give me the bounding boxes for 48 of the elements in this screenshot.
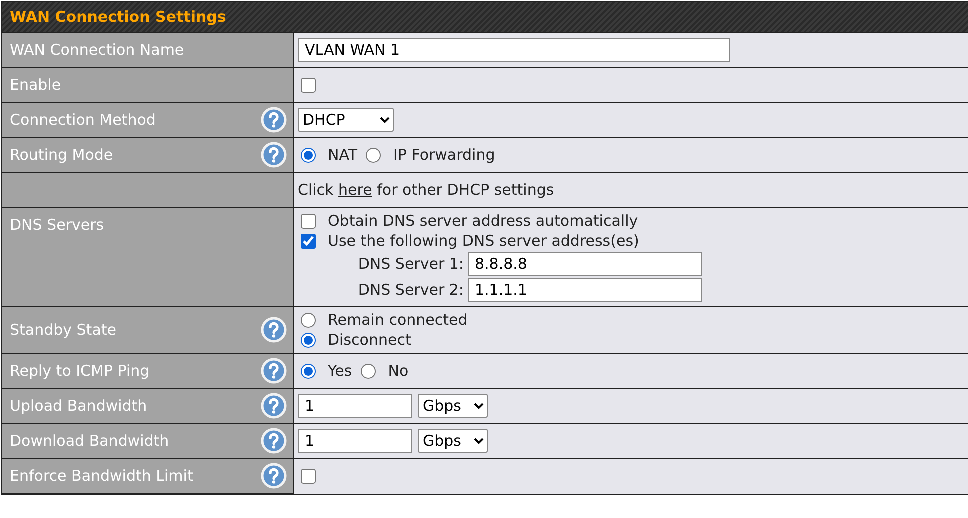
note-text: Click here for other DHCP settings bbox=[298, 181, 554, 199]
here-link[interactable]: here bbox=[338, 181, 372, 199]
field-label: Connection Method bbox=[10, 111, 156, 129]
input-field[interactable]: 8.8.8.8 bbox=[468, 252, 702, 276]
help-icon[interactable] bbox=[261, 142, 287, 168]
radio-button[interactable] bbox=[366, 148, 382, 162]
option-label: Remain connected bbox=[328, 311, 468, 329]
field-label: WAN Connection Name bbox=[10, 41, 184, 59]
checkbox[interactable] bbox=[301, 214, 316, 228]
radio-button[interactable] bbox=[301, 332, 316, 348]
input-field[interactable]: VLAN WAN 1 bbox=[298, 38, 730, 62]
help-icon[interactable] bbox=[261, 463, 287, 489]
field-label: DNS Server 2: bbox=[357, 281, 465, 299]
field-label: Upload Bandwidth bbox=[10, 397, 148, 415]
radio-button[interactable] bbox=[301, 364, 316, 378]
field-label: Enforce Bandwidth Limit bbox=[10, 467, 194, 485]
option-label: Use the following DNS server address(es) bbox=[328, 232, 640, 250]
unit-dropdown[interactable]: Gbps bbox=[418, 394, 488, 418]
option-label: No bbox=[388, 362, 409, 380]
checkbox[interactable] bbox=[301, 234, 316, 248]
help-icon[interactable] bbox=[261, 107, 287, 133]
input-field[interactable]: 1.1.1.1 bbox=[468, 278, 702, 302]
field-label: DNS Servers bbox=[10, 216, 104, 234]
radio-button[interactable] bbox=[301, 312, 316, 328]
input-field[interactable]: 1 bbox=[298, 394, 412, 418]
field-label: Download Bandwidth bbox=[10, 432, 170, 450]
option-label: NAT bbox=[328, 146, 358, 164]
help-icon[interactable] bbox=[261, 317, 287, 343]
option-label: Obtain DNS server address automatically bbox=[328, 212, 638, 230]
option-label: IP Forwarding bbox=[393, 146, 496, 164]
unit-dropdown[interactable]: Gbps bbox=[418, 429, 488, 453]
section-title: WAN Connection Settings bbox=[10, 8, 226, 26]
help-icon[interactable] bbox=[261, 428, 287, 454]
checkbox[interactable] bbox=[301, 469, 316, 484]
help-icon[interactable] bbox=[261, 393, 287, 419]
field-label: Routing Mode bbox=[10, 146, 114, 164]
field-label: Standby State bbox=[10, 321, 116, 339]
field-label: DNS Server 1: bbox=[357, 255, 465, 273]
radio-button[interactable] bbox=[361, 364, 376, 378]
radio-button[interactable] bbox=[301, 148, 316, 162]
option-label: Disconnect bbox=[328, 331, 412, 349]
option-label: Yes bbox=[328, 362, 352, 380]
field-label: Reply to ICMP Ping bbox=[10, 362, 150, 380]
help-icon[interactable] bbox=[261, 358, 287, 384]
field-label: Enable bbox=[10, 76, 62, 94]
input-field[interactable]: 1 bbox=[298, 429, 412, 453]
dropdown[interactable]: DHCP bbox=[298, 108, 394, 132]
checkbox[interactable] bbox=[301, 78, 316, 92]
